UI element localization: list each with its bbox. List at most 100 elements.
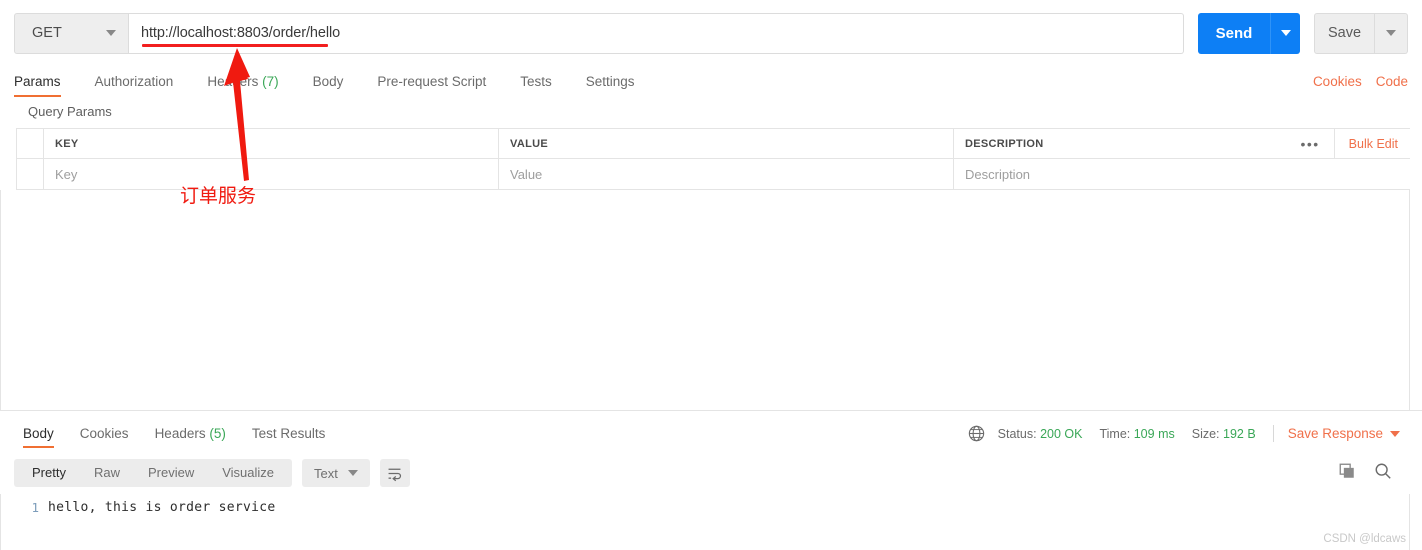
status-value: 200 OK (1040, 426, 1083, 441)
column-header-value: VALUE (499, 129, 954, 158)
code-line: 1 hello, this is order service (0, 494, 276, 550)
divider (1272, 425, 1274, 442)
response-tab-cookies[interactable]: Cookies (80, 426, 129, 448)
column-header-label: KEY (55, 137, 79, 150)
request-url-bar: GET http://localhost:8803/order/hello Se… (0, 0, 1422, 66)
tab-tests[interactable]: Tests (520, 74, 552, 97)
save-response-label: Save Response (1287, 426, 1383, 441)
column-header-key: KEY (44, 129, 499, 158)
query-params-label: Query Params (28, 104, 112, 119)
response-tab-test-results[interactable]: Test Results (252, 426, 326, 448)
wrap-lines-button[interactable] (379, 459, 410, 487)
cookies-link[interactable]: Cookies (1313, 74, 1362, 89)
column-header-label: VALUE (510, 137, 548, 150)
postman-window: GET http://localhost:8803/order/hello Se… (0, 0, 1422, 550)
globe-icon (968, 425, 985, 442)
tab-label: Params (14, 74, 61, 89)
column-header-label: DESCRIPTION (965, 137, 1044, 150)
copy-icon[interactable] (1338, 462, 1356, 485)
code-link[interactable]: Code (1376, 74, 1408, 89)
size-value: 192 B (1223, 426, 1256, 441)
panel-right-border (1409, 190, 1410, 410)
tab-label: Tests (520, 74, 552, 89)
view-mode-visualize[interactable]: Visualize (208, 459, 288, 487)
gutter-border (0, 494, 1, 550)
view-mode-pretty[interactable]: Pretty (18, 459, 80, 487)
select-all-checkbox-cell[interactable] (16, 129, 44, 158)
response-scrollbar[interactable] (1409, 494, 1410, 550)
row-checkbox-cell[interactable] (16, 159, 44, 189)
url-highlight-underline-annotation (142, 43, 328, 47)
bulk-edit-button[interactable]: Bulk Edit (1335, 137, 1410, 151)
column-header-description: DESCRIPTION ••• Bulk Edit (954, 129, 1410, 158)
tab-label: Headers (207, 74, 259, 89)
response-meta: Status: 200 OK Time: 109 ms Size: 192 B … (968, 425, 1412, 448)
tab-label: Pre-request Script (377, 74, 487, 89)
request-tabs: Params Authorization Headers (7) Body Pr… (0, 64, 1422, 97)
tab-headers[interactable]: Headers (7) (207, 74, 278, 97)
response-tab-headers[interactable]: Headers (5) (155, 426, 226, 448)
annotation-text: 订单服务 (180, 185, 257, 207)
param-description-input[interactable]: Description (954, 159, 1410, 189)
send-options-button[interactable] (1270, 12, 1300, 54)
save-button[interactable]: Save (1314, 12, 1375, 54)
url-value: http://localhost:8803/order/hello (141, 25, 341, 41)
response-toolbar: Pretty Raw Preview Visualize Text (0, 452, 1422, 494)
tab-authorization[interactable]: Authorization (95, 74, 174, 97)
headers-count-badge: (7) (262, 74, 279, 89)
response-format-select[interactable]: Text (302, 459, 370, 487)
time-label: Time: (1099, 426, 1131, 441)
save-options-button[interactable] (1375, 12, 1408, 54)
status-badge: Status: 200 OK (998, 427, 1083, 441)
status-label: Status: (997, 426, 1037, 441)
panel-left-border (0, 190, 1, 410)
send-button-group: Send (1198, 12, 1300, 54)
more-options-icon[interactable]: ••• (1286, 129, 1335, 158)
size-label: Size: (1191, 426, 1220, 441)
save-button-group: Save (1314, 12, 1408, 54)
send-button[interactable]: Send (1198, 12, 1270, 54)
url-input[interactable]: http://localhost:8803/order/hello (129, 12, 1184, 54)
response-toolbar-actions (1338, 462, 1408, 485)
response-tabs: Body Cookies Headers (5) Test Results St… (0, 416, 1422, 448)
response-body-panel: 1 hello, this is order service (0, 494, 1422, 550)
chevron-down-icon (106, 30, 116, 36)
tab-label: Cookies (79, 426, 129, 441)
param-key-placeholder: Key (55, 166, 78, 182)
save-response-button[interactable]: Save Response (1288, 426, 1412, 441)
tab-label: Headers (154, 426, 206, 441)
size-badge: Size: 192 B (1192, 427, 1256, 441)
chevron-down-icon (1280, 30, 1291, 36)
tab-label: Body (312, 74, 344, 89)
chevron-down-icon (1386, 30, 1396, 36)
table-header-row: KEY VALUE DESCRIPTION ••• Bulk Edit (16, 128, 1410, 159)
request-tabs-actions: Cookies Code (1313, 74, 1408, 97)
line-number: 1 (31, 500, 39, 515)
param-value-placeholder: Value (510, 166, 543, 182)
param-value-input[interactable]: Value (499, 159, 954, 189)
time-value: 109 ms (1133, 426, 1175, 441)
tab-label: Settings (585, 74, 635, 89)
view-mode-preview[interactable]: Preview (134, 459, 208, 487)
search-icon[interactable] (1374, 462, 1392, 485)
http-method-select[interactable]: GET (14, 12, 129, 54)
tab-body[interactable]: Body (313, 74, 344, 97)
chevron-down-icon (347, 470, 358, 476)
params-header-actions: ••• Bulk Edit (1286, 129, 1410, 158)
param-key-input[interactable]: Key (44, 159, 499, 189)
time-badge: Time: 109 ms (1099, 427, 1174, 441)
watermark: CSDN @ldcaws (1323, 533, 1406, 545)
view-mode-raw[interactable]: Raw (80, 459, 134, 487)
response-view-mode-group: Pretty Raw Preview Visualize (14, 459, 293, 487)
response-format-label: Text (314, 465, 338, 481)
tab-label: Authorization (94, 74, 174, 89)
tab-pre-request-script[interactable]: Pre-request Script (377, 74, 486, 97)
response-splitter[interactable] (0, 410, 1422, 411)
chevron-down-icon (1390, 430, 1400, 437)
response-body-text: hello, this is order service (48, 500, 276, 515)
tab-label: Body (23, 426, 54, 441)
http-method-label: GET (32, 25, 62, 41)
tab-settings[interactable]: Settings (586, 74, 635, 97)
response-tab-body[interactable]: Body (23, 426, 54, 448)
tab-params[interactable]: Params (14, 74, 61, 97)
